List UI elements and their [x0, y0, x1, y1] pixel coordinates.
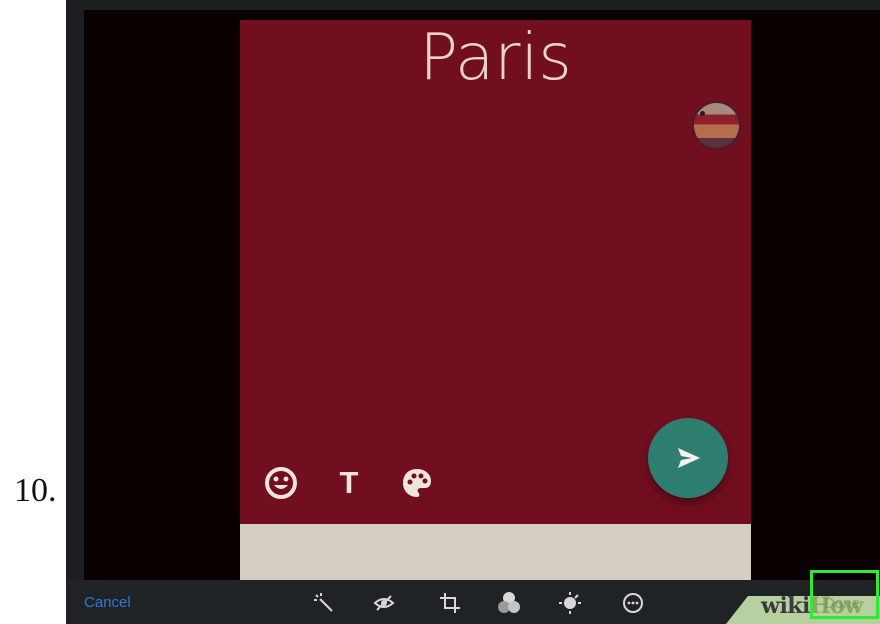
text-status-card: Paris T	[240, 20, 751, 524]
text-tool-button[interactable]: T	[335, 465, 363, 500]
send-button[interactable]	[648, 418, 728, 498]
watermark-wiki: wiki	[761, 593, 810, 619]
adjust-button[interactable]	[558, 591, 582, 615]
color-tool-button[interactable]	[400, 466, 434, 500]
text-icon: T	[339, 465, 359, 500]
hidden-eye-icon	[373, 595, 395, 611]
adjust-icon	[559, 592, 581, 614]
wikihow-step-image: 10. Paris T Cancel wikiHow Done	[0, 0, 880, 624]
palette-icon	[403, 469, 431, 497]
filters-icon	[498, 592, 520, 613]
more-button[interactable]	[621, 591, 645, 615]
cancel-button[interactable]: Cancel	[84, 594, 131, 611]
emoji-tool-button[interactable]	[264, 466, 298, 500]
crop-button[interactable]	[438, 591, 462, 615]
done-highlight-box	[810, 570, 879, 619]
step-number: 10.	[14, 472, 57, 509]
crop-icon	[440, 593, 460, 613]
status-text: Paris	[419, 21, 572, 95]
avatar	[694, 103, 739, 148]
smiley-icon	[265, 467, 297, 499]
avatar-detail	[700, 111, 705, 116]
photo-edit-toolbar: Cancel wikiHow Done	[66, 570, 880, 624]
phone-screen: Paris T Cancel wikiHow Done	[66, 0, 880, 624]
status-editor-stage: Paris T	[84, 10, 880, 590]
hide-button[interactable]	[372, 591, 396, 615]
filters-button[interactable]	[497, 591, 521, 615]
send-icon	[678, 448, 700, 468]
more-icon	[623, 593, 643, 613]
magic-wand-icon	[314, 593, 333, 612]
magic-wand-button[interactable]	[312, 591, 336, 615]
